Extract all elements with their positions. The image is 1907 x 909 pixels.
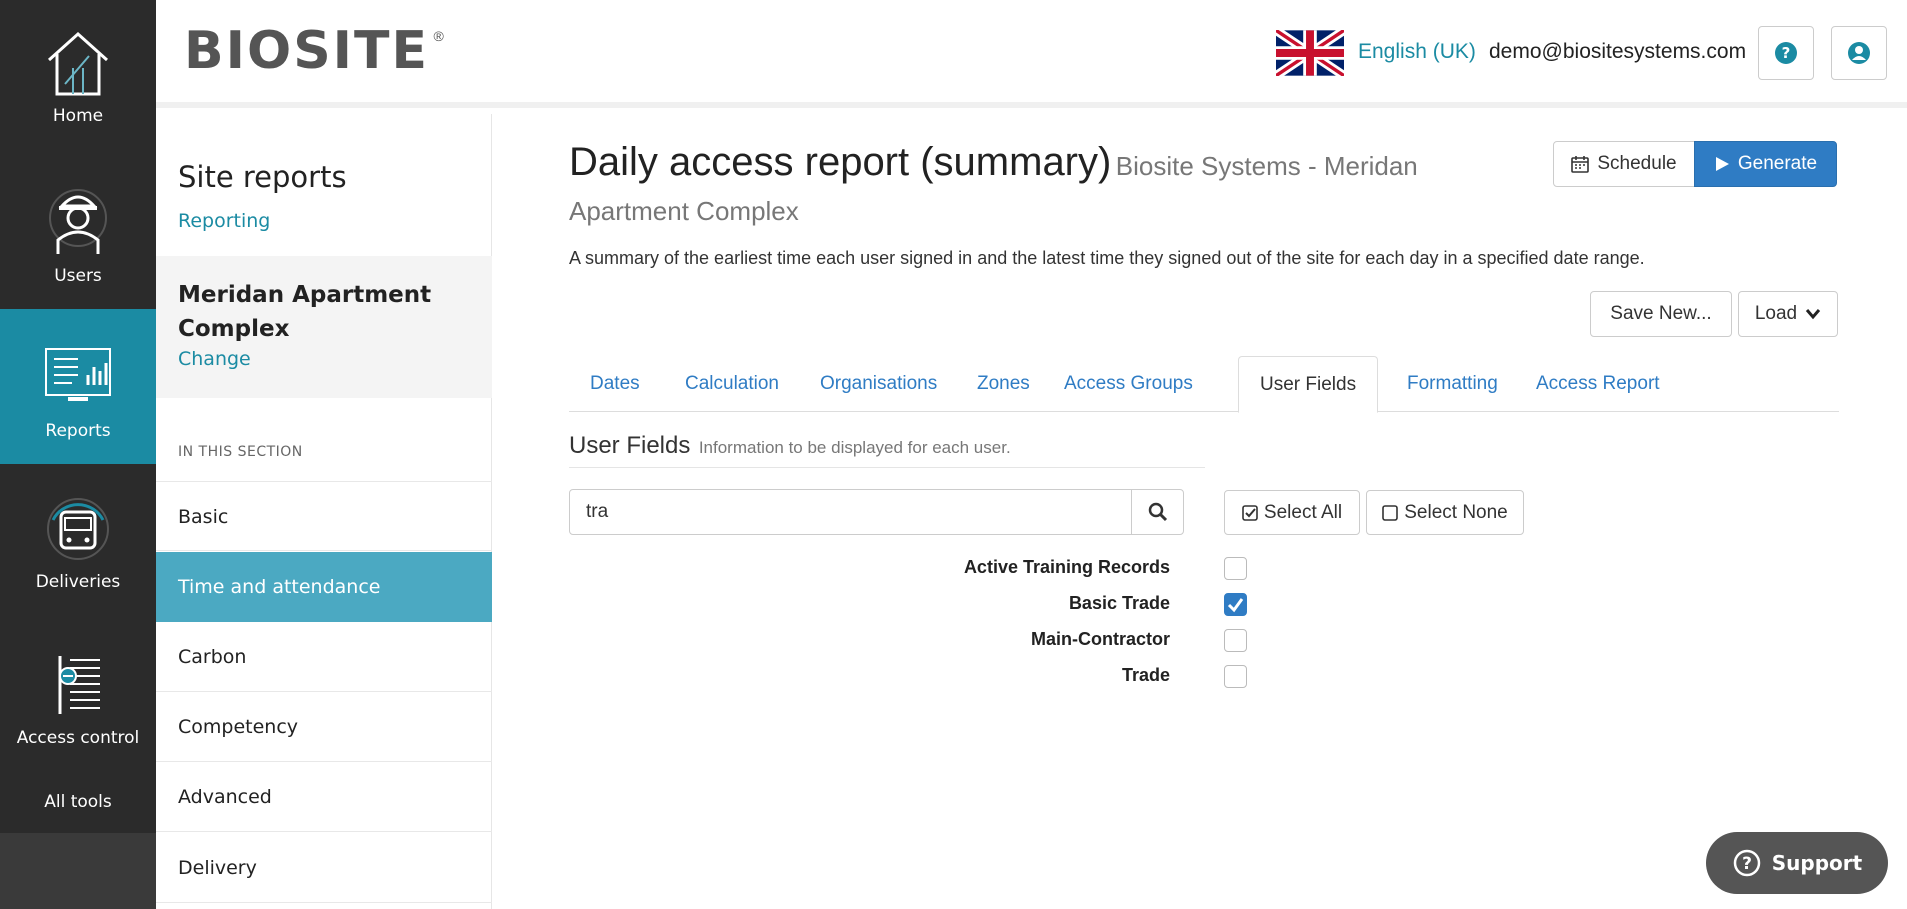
sidebar-item-basic[interactable]: Basic (156, 481, 492, 551)
sidebar-item-carbon[interactable]: Carbon (156, 622, 492, 692)
field-label: Basic Trade (1068, 593, 1170, 613)
tab-formatting[interactable]: Formatting (1386, 356, 1519, 412)
tab-access-report[interactable]: Access Report (1515, 356, 1681, 412)
report-description: A summary of the earliest time each user… (569, 248, 1645, 268)
schedule-button[interactable]: Schedule (1553, 141, 1695, 187)
check-square-icon (1242, 504, 1258, 521)
tab-organisations[interactable]: Organisations (799, 356, 958, 412)
field-row: Trade (569, 661, 1255, 691)
sidebar-item-competency[interactable]: Competency (156, 692, 492, 762)
sidebar-item-delivery[interactable]: Delivery (156, 833, 492, 903)
field-label: Main-Contractor (1031, 629, 1170, 649)
sidebar-item-advanced[interactable]: Advanced (156, 762, 492, 832)
nav-home[interactable]: Home (0, 28, 156, 138)
field-checkbox[interactable] (1224, 629, 1247, 652)
field-row: Basic Trade (569, 589, 1255, 619)
tab-user-fields[interactable]: User Fields (1238, 356, 1379, 413)
worker-icon (49, 189, 107, 254)
uk-flag-icon[interactable] (1276, 30, 1344, 76)
nav-reports[interactable]: Reports (0, 309, 156, 464)
section-label: IN THIS SECTION (178, 444, 303, 460)
field-search-input[interactable] (570, 490, 1131, 534)
reporting-link[interactable]: Reporting (178, 210, 270, 232)
user-fields-heading: User Fields Information to be displayed … (569, 432, 1205, 468)
home-icon (47, 31, 109, 96)
biosite-logo[interactable]: BIOSITE ® (184, 22, 444, 80)
site-box: Meridan Apartment Complex Change (156, 256, 492, 398)
turnstile-icon (58, 656, 100, 714)
question-circle-icon: ? (1733, 849, 1761, 877)
calendar-icon (1571, 156, 1590, 173)
account-button[interactable] (1831, 26, 1887, 80)
main-nav: Home Users Reports Deliveries Access con… (0, 0, 156, 909)
support-button[interactable]: ? Support (1706, 832, 1888, 894)
square-icon (1382, 504, 1399, 521)
checkmark-icon (1227, 598, 1244, 613)
field-row: Main-Contractor (569, 625, 1255, 655)
sidebar-title: Site reports (178, 160, 347, 194)
select-none-button[interactable]: Select None (1366, 490, 1524, 535)
load-button[interactable]: Load (1738, 291, 1838, 337)
sidebar-item-time-and-attendance[interactable]: Time and attendance (156, 552, 492, 622)
play-icon (1715, 157, 1729, 171)
svg-text:?: ? (1742, 854, 1752, 874)
nav-deliveries[interactable]: Deliveries (0, 496, 156, 606)
tab-access-groups[interactable]: Access Groups (1043, 356, 1214, 412)
question-circle-icon: ? (1775, 42, 1797, 64)
tab-dates[interactable]: Dates (569, 356, 661, 412)
secondary-sidebar: Site reports Reporting Meridan Apartment… (156, 114, 492, 909)
tab-zones[interactable]: Zones (956, 356, 1051, 412)
tab-calculation[interactable]: Calculation (664, 356, 800, 412)
help-button[interactable]: ? (1758, 26, 1814, 80)
nav-all-tools[interactable]: All tools (0, 792, 156, 822)
search-icon (1148, 502, 1167, 522)
top-header: BIOSITE ® English (UK) demo@biositesyste… (156, 0, 1907, 108)
nav-users[interactable]: Users (0, 184, 156, 294)
field-checkbox[interactable] (1224, 557, 1247, 580)
svg-text:?: ? (1782, 44, 1791, 62)
user-circle-icon (1848, 42, 1870, 64)
field-row: Active Training Records (569, 553, 1255, 583)
nav-access-control[interactable]: Access control (0, 652, 156, 762)
reports-icon (45, 348, 111, 401)
user-fields-subheading: Information to be displayed for each use… (698, 438, 1011, 457)
select-all-button[interactable]: Select All (1224, 490, 1360, 535)
page-title: Daily access report (summary) Biosite Sy… (569, 140, 1418, 226)
nav-footer (0, 833, 156, 909)
field-checkbox[interactable] (1224, 665, 1247, 688)
bus-icon (47, 498, 109, 560)
search-button[interactable] (1131, 490, 1183, 534)
field-label: Active Training Records (963, 557, 1170, 577)
language-selector[interactable]: English (UK) (1358, 40, 1476, 64)
report-tabs: Dates Calculation Organisations Zones Ac… (569, 356, 1839, 413)
user-email: demo@biositesystems.com (1489, 40, 1747, 63)
generate-button[interactable]: Generate (1694, 141, 1837, 187)
field-checkbox[interactable] (1224, 593, 1247, 616)
save-new-button[interactable]: Save New... (1590, 291, 1732, 337)
site-name: Meridan Apartment Complex (178, 282, 432, 342)
field-search (569, 489, 1184, 535)
change-site-link[interactable]: Change (178, 348, 251, 370)
field-label: Trade (1121, 665, 1170, 685)
chevron-down-icon (1806, 309, 1821, 320)
